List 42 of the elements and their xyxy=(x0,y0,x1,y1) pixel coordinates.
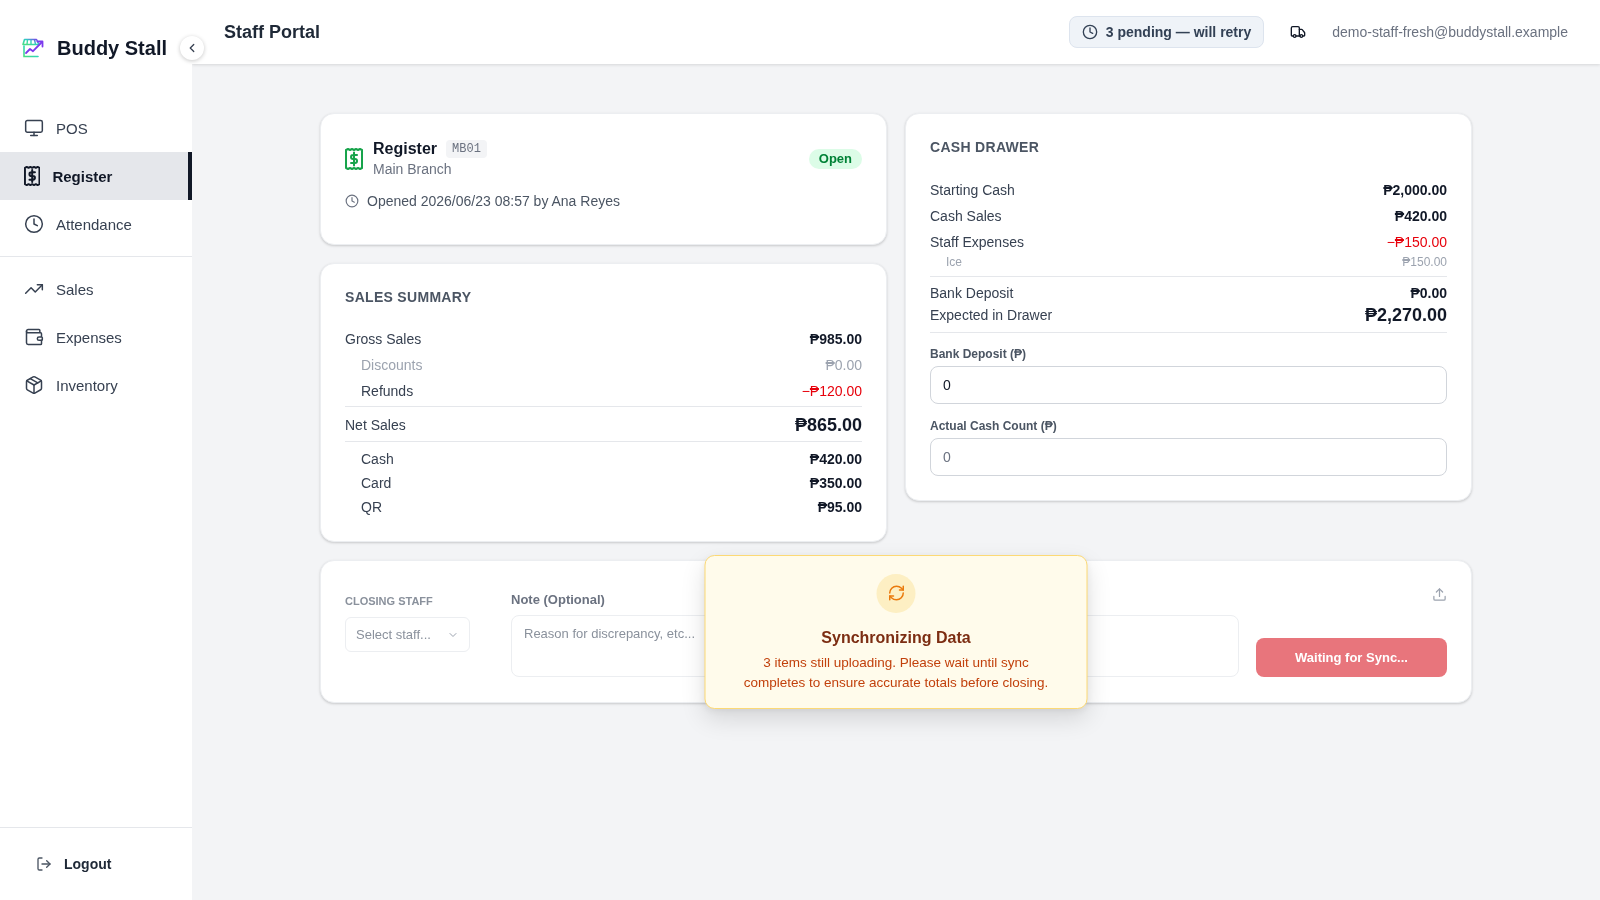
field-label: Bank Deposit (₱) xyxy=(930,346,1026,362)
amount: −₱150.00 xyxy=(1386,233,1447,252)
register-title: Register xyxy=(373,139,438,159)
status-badge: Open xyxy=(808,149,862,169)
page-title: Staff Portal xyxy=(224,21,320,43)
amount: ₱2,000.00 xyxy=(1383,181,1447,200)
amount: ₱0.00 xyxy=(825,356,862,375)
opened-info: Opened 2026/06/23 08:57 by Ana Reyes xyxy=(367,192,620,211)
line-label: QR xyxy=(361,498,382,517)
line-label: Refunds xyxy=(361,382,414,401)
line-label: Starting Cash xyxy=(930,181,1015,200)
amount: ₱150.00 xyxy=(1402,254,1447,270)
line-label: Cash Sales xyxy=(930,207,1002,226)
amount: ₱420.00 xyxy=(809,450,862,469)
line-label: Ice xyxy=(946,254,962,270)
field-label: Actual Cash Count (₱) xyxy=(930,418,1057,434)
amount: −₱120.00 xyxy=(801,382,862,401)
section-title: CASH DRAWER xyxy=(930,138,1040,157)
field-label: Note (Optional) xyxy=(511,592,605,608)
amount: ₱420.00 xyxy=(1394,207,1447,226)
line-label: Bank Deposit xyxy=(930,284,1014,303)
section-title: SALES SUMMARY xyxy=(345,288,472,307)
amount: ₱985.00 xyxy=(809,330,862,349)
line-label: Expected in Drawer xyxy=(930,306,1053,325)
dialog-message: 3 items still uploading. Please wait until sync completes to ensure accurate totals before closing. xyxy=(742,653,1050,692)
dialog-title: Synchronizing Data xyxy=(821,627,971,648)
amount: ₱95.00 xyxy=(817,498,862,517)
line-label: Discounts xyxy=(361,356,423,375)
line-label: Gross Sales xyxy=(345,330,422,349)
total-amount: ₱2,270.00 xyxy=(1364,304,1447,327)
line-label: Card xyxy=(361,474,392,493)
brand-name: Buddy Stall xyxy=(57,36,167,60)
user-email: demo-staff-fresh@buddystall.example xyxy=(1332,24,1568,40)
line-label: Net Sales xyxy=(345,416,406,435)
amount: ₱350.00 xyxy=(809,474,862,493)
line-label: Staff Expenses xyxy=(930,233,1024,252)
field-label: CLOSING STAFF xyxy=(345,594,433,609)
branch-name: Main Branch xyxy=(373,160,452,179)
register-code-badge: MB01 xyxy=(446,140,487,158)
amount: ₱0.00 xyxy=(1410,284,1447,303)
total-amount: ₱865.00 xyxy=(794,414,862,437)
line-label: Cash xyxy=(361,450,394,469)
